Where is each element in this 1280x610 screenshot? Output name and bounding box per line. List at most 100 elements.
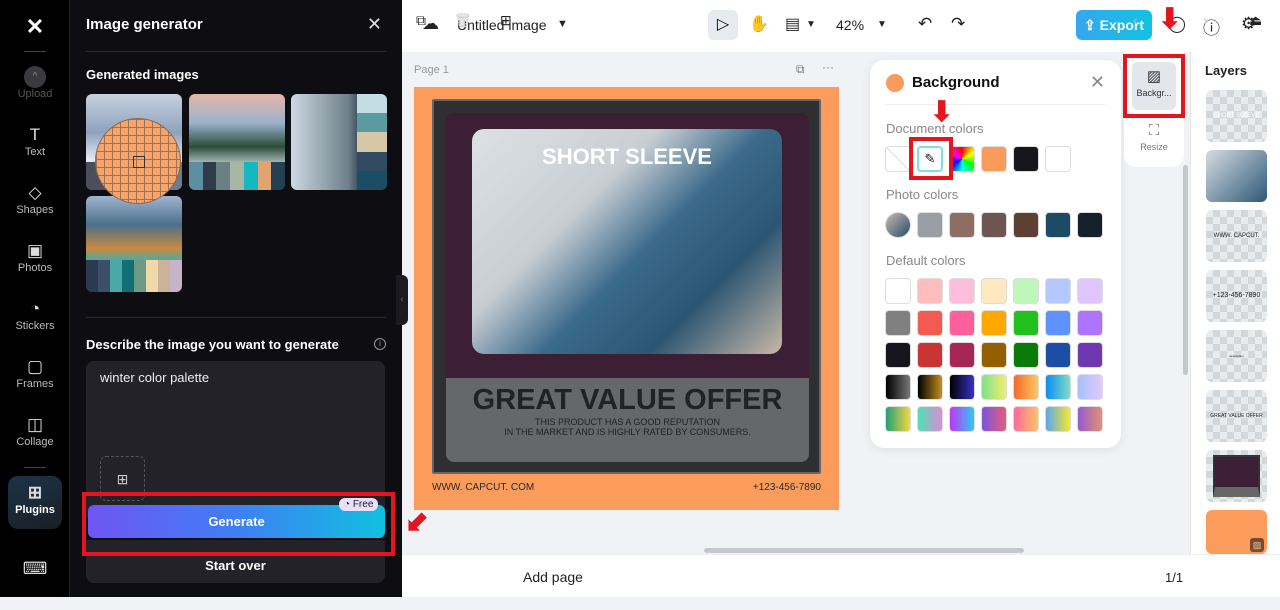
undo-icon[interactable]: ↶ bbox=[918, 14, 932, 34]
color-swatch[interactable] bbox=[1077, 278, 1103, 304]
custom-color-swatch[interactable] bbox=[949, 146, 975, 172]
color-swatch[interactable] bbox=[1013, 406, 1039, 432]
color-swatch[interactable] bbox=[917, 406, 943, 432]
info-icon[interactable]: i bbox=[374, 338, 386, 350]
color-swatch[interactable] bbox=[1013, 374, 1039, 400]
color-swatch[interactable] bbox=[1045, 374, 1071, 400]
color-swatch[interactable] bbox=[1013, 342, 1039, 368]
color-swatch[interactable] bbox=[1045, 406, 1071, 432]
select-tool-button[interactable]: ▷ bbox=[708, 10, 738, 40]
layer-item[interactable]: SHORT SLEEVE bbox=[1206, 90, 1267, 142]
generated-image-3[interactable] bbox=[291, 94, 387, 190]
website-text[interactable]: WWW. CAPCUT. COM bbox=[432, 482, 534, 493]
export-button[interactable]: ⇪ Export bbox=[1076, 10, 1152, 40]
layer-item[interactable]: +123-456-7890 bbox=[1206, 270, 1267, 322]
color-swatch[interactable] bbox=[1045, 146, 1071, 172]
color-swatch[interactable] bbox=[1013, 310, 1039, 336]
layer-item-photo[interactable] bbox=[1206, 150, 1267, 202]
rail-item-upload[interactable]: ^ Upload bbox=[8, 66, 62, 118]
color-swatch[interactable] bbox=[885, 278, 911, 304]
resize-tool-button[interactable]: ⛶ Resize bbox=[1132, 116, 1176, 164]
collapse-pages-icon[interactable]: ⏏ bbox=[1249, 12, 1262, 29]
description-line-1[interactable]: THIS PRODUCT HAS A GOOD REPUTATION bbox=[446, 417, 809, 427]
add-image-reference-button[interactable]: ⊞ bbox=[100, 456, 145, 501]
rail-item-frames[interactable]: ▢ Frames bbox=[8, 356, 62, 408]
rail-item-photos[interactable]: ▣ Photos bbox=[8, 240, 62, 292]
capcut-logo-icon[interactable]: ✕ bbox=[21, 14, 49, 39]
offer-text[interactable]: GREAT VALUE OFFER bbox=[446, 384, 809, 417]
layout-icon[interactable]: ▤ bbox=[785, 14, 800, 34]
collapse-panel-handle[interactable]: ‹ bbox=[396, 275, 408, 325]
layer-item[interactable]: description bbox=[1206, 330, 1267, 382]
eyedropper-button[interactable]: ✎ bbox=[917, 146, 943, 172]
prompt-input[interactable] bbox=[100, 370, 370, 410]
notification-icon[interactable]: ◯ bbox=[1168, 14, 1186, 34]
generate-button[interactable]: Generate bbox=[88, 505, 385, 538]
title-chevron-down-icon[interactable]: ▼ bbox=[557, 18, 568, 30]
no-color-swatch[interactable] bbox=[885, 146, 911, 172]
color-swatch[interactable] bbox=[885, 310, 911, 336]
description-line-2[interactable]: IN THE MARKET AND IS HIGHLY RATED BY CON… bbox=[446, 427, 809, 437]
rail-item-plugins[interactable]: ⊞ Plugins bbox=[8, 476, 62, 529]
color-swatch[interactable] bbox=[917, 342, 943, 368]
color-swatch[interactable] bbox=[1077, 212, 1103, 238]
zoom-level[interactable]: 42% bbox=[836, 17, 864, 33]
background-tool-button[interactable]: ▨ Backgr... bbox=[1132, 62, 1176, 110]
color-swatch[interactable] bbox=[949, 310, 975, 336]
layout-chevron-down-icon[interactable]: ▼ bbox=[806, 19, 816, 30]
generated-image-4[interactable] bbox=[86, 196, 182, 292]
color-swatch[interactable] bbox=[949, 374, 975, 400]
duplicate-page-button-icon[interactable]: ⧉ bbox=[416, 12, 426, 29]
color-swatch[interactable] bbox=[1013, 278, 1039, 304]
color-swatch[interactable] bbox=[1077, 406, 1103, 432]
color-swatch[interactable] bbox=[981, 310, 1007, 336]
color-swatch[interactable] bbox=[981, 212, 1007, 238]
color-swatch[interactable] bbox=[1077, 374, 1103, 400]
vertical-scrollbar[interactable] bbox=[1183, 165, 1188, 375]
keyboard-shortcuts-button[interactable]: ⌨ bbox=[8, 558, 62, 610]
color-swatch[interactable] bbox=[1013, 146, 1039, 172]
close-panel-icon[interactable]: ✕ bbox=[367, 14, 382, 35]
color-swatch[interactable] bbox=[981, 278, 1007, 304]
color-swatch[interactable] bbox=[981, 342, 1007, 368]
start-over-button[interactable]: Start over bbox=[86, 540, 385, 583]
phone-text[interactable]: +123-456-7890 bbox=[753, 482, 821, 493]
color-swatch[interactable] bbox=[949, 278, 975, 304]
color-swatch[interactable] bbox=[1077, 342, 1103, 368]
zoom-chevron-down-icon[interactable]: ▼ bbox=[877, 19, 887, 30]
delete-page-icon[interactable]: 🗑 bbox=[454, 12, 472, 29]
color-swatch[interactable] bbox=[981, 374, 1007, 400]
color-swatch[interactable] bbox=[1045, 342, 1071, 368]
color-swatch[interactable] bbox=[1045, 278, 1071, 304]
color-swatch[interactable] bbox=[885, 406, 911, 432]
color-swatch[interactable] bbox=[1045, 310, 1071, 336]
add-page-icon[interactable]: ⊞ bbox=[500, 12, 512, 29]
rail-item-collage[interactable]: ◫ Collage bbox=[8, 414, 62, 466]
headline-text[interactable]: SHORT SLEEVE bbox=[472, 144, 782, 170]
horizontal-scrollbar[interactable] bbox=[704, 548, 1024, 553]
close-popup-icon[interactable]: ✕ bbox=[1090, 72, 1105, 93]
layer-item-background[interactable]: ▨ bbox=[1206, 510, 1267, 554]
rail-item-shapes[interactable]: ◇ Shapes bbox=[8, 182, 62, 234]
photo-color-thumbnail[interactable] bbox=[885, 212, 911, 238]
rail-item-text[interactable]: T Text bbox=[8, 124, 62, 176]
previous-page-icon[interactable]: ‹ bbox=[1133, 12, 1138, 28]
generated-image-2[interactable] bbox=[189, 94, 285, 190]
layer-item-frame[interactable] bbox=[1206, 450, 1267, 502]
color-swatch[interactable] bbox=[917, 374, 943, 400]
rail-item-stickers[interactable]: ◔ Stickers bbox=[8, 298, 62, 350]
next-page-icon[interactable]: › bbox=[1203, 12, 1208, 28]
color-swatch[interactable] bbox=[885, 374, 911, 400]
design-canvas[interactable]: SHORT SLEEVE GREAT VALUE OFFER THIS PROD… bbox=[414, 87, 839, 510]
redo-icon[interactable]: ↷ bbox=[951, 14, 965, 34]
color-swatch[interactable] bbox=[1045, 212, 1071, 238]
color-swatch[interactable] bbox=[1013, 212, 1039, 238]
color-swatch[interactable] bbox=[917, 310, 943, 336]
color-swatch[interactable] bbox=[917, 278, 943, 304]
page-more-icon[interactable]: ··· bbox=[822, 60, 834, 74]
layer-item[interactable]: WWW. CAPCUT. COM bbox=[1206, 210, 1267, 262]
color-swatch[interactable] bbox=[1077, 310, 1103, 336]
color-swatch[interactable] bbox=[981, 146, 1007, 172]
add-page-button[interactable]: Add page bbox=[523, 569, 583, 585]
color-swatch[interactable] bbox=[949, 406, 975, 432]
